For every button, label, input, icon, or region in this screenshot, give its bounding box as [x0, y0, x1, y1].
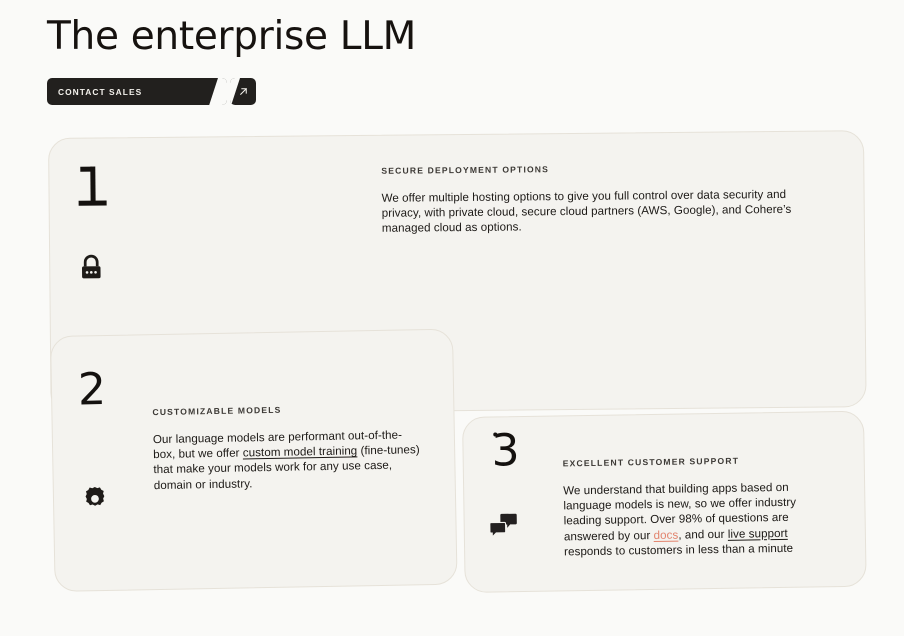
page-root: The enterprise LLM CONTACT SALES SECURE …	[0, 0, 904, 636]
inline-link[interactable]: live support	[728, 527, 788, 541]
inline-link[interactable]: custom model training	[243, 445, 358, 460]
card-1-number	[77, 162, 109, 206]
chat-bubbles-icon	[488, 511, 518, 541]
contact-sales-button[interactable]: CONTACT SALES	[47, 78, 227, 105]
arrow-up-right-icon	[238, 86, 249, 97]
feature-card-2: 2 CUSTOMIZABLE MODELS Our language model…	[50, 328, 458, 592]
lock-icon	[76, 252, 106, 282]
card-1-eyebrow: SECURE DEPLOYMENT OPTIONS	[381, 164, 550, 176]
card-3-text: EXCELLENT CUSTOMER SUPPORT We understand…	[563, 454, 815, 559]
card-3-number: 3	[491, 425, 520, 476]
gear-icon	[80, 482, 111, 513]
numeral-one-glyph	[77, 162, 109, 206]
feature-card-3: 3 EXCELLENT CUSTOMER SUPPORT We understa…	[462, 410, 867, 593]
page-title: The enterprise LLM	[47, 14, 417, 59]
contact-sales-label: CONTACT SALES	[58, 86, 143, 97]
card-2-number: 2	[77, 363, 107, 416]
card-2-text: CUSTOMIZABLE MODELS Our language models …	[152, 402, 424, 493]
contact-sales-cta[interactable]: CONTACT SALES	[47, 78, 256, 105]
contact-sales-arrow-button[interactable]	[230, 78, 256, 105]
inline-link[interactable]: docs	[654, 528, 679, 541]
card-2-body: Our language models are performant out-o…	[152, 428, 420, 492]
card-3-body: We understand that building apps based o…	[563, 480, 797, 559]
card-2-eyebrow: CUSTOMIZABLE MODELS	[152, 404, 282, 418]
card-1-body: We offer multiple hosting options to giv…	[381, 187, 792, 236]
card-3-eyebrow: EXCELLENT CUSTOMER SUPPORT	[562, 455, 740, 469]
numeral-three-tittle	[493, 432, 498, 437]
card-1-text: SECURE DEPLOYMENT OPTIONS We offer multi…	[381, 162, 810, 237]
